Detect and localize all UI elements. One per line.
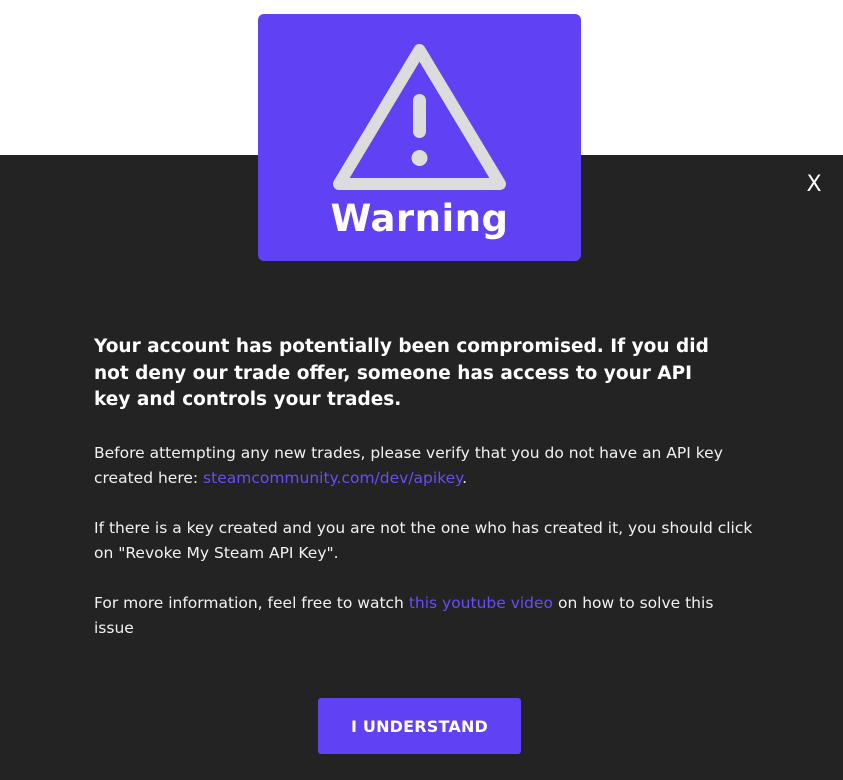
video-text: For more information, feel free to watch (94, 593, 409, 612)
close-button[interactable]: X (800, 170, 828, 200)
api-key-link[interactable]: steamcommunity.com/dev/apikey (203, 469, 462, 487)
message-body: Your account has potentially been compro… (94, 334, 754, 642)
api-key-text-end: . (462, 469, 468, 487)
i-understand-button[interactable]: I UNDERSTAND (318, 698, 521, 754)
warning-banner: Warning (258, 14, 581, 261)
warning-triangle-icon (333, 44, 506, 190)
warning-title: Warning (330, 197, 509, 240)
youtube-video-link[interactable]: this youtube video (409, 594, 553, 612)
video-paragraph: For more information, feel free to watch… (94, 591, 754, 642)
api-key-paragraph: Before attempting any new trades, please… (94, 441, 754, 492)
warning-headline: Your account has potentially been compro… (94, 336, 709, 410)
revoke-paragraph: If there is a key created and you are no… (94, 518, 753, 563)
